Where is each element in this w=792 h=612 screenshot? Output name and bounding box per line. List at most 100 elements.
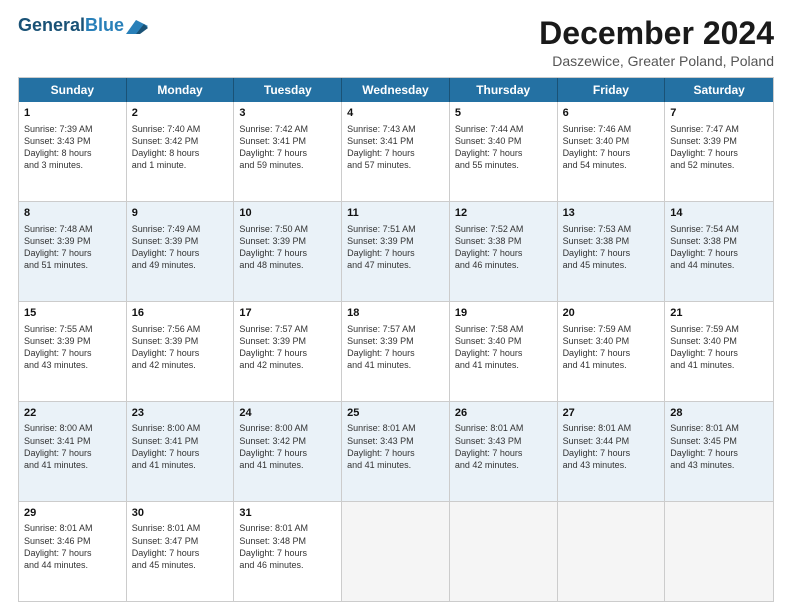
day-details: Sunrise: 7:56 AMSunset: 3:39 PMDaylight:… bbox=[132, 323, 229, 372]
day-number: 16 bbox=[132, 306, 229, 321]
day-details: Sunrise: 8:00 AMSunset: 3:41 PMDaylight:… bbox=[132, 422, 229, 471]
day-number: 2 bbox=[132, 106, 229, 121]
day-cell-7: 7 Sunrise: 7:47 AMSunset: 3:39 PMDaylight… bbox=[665, 102, 773, 201]
day-number: 7 bbox=[670, 106, 768, 121]
day-number: 12 bbox=[455, 206, 552, 221]
day-number: 25 bbox=[347, 406, 444, 421]
day-number: 31 bbox=[239, 506, 336, 521]
main-title: December 2024 bbox=[539, 16, 774, 51]
day-details: Sunrise: 7:46 AMSunset: 3:40 PMDaylight:… bbox=[563, 123, 660, 172]
day-cell-5: 5Sunrise: 7:44 AMSunset: 3:40 PMDaylight… bbox=[450, 102, 558, 201]
calendar-body: 1 Sunrise: 7:39 AMSunset: 3:43 PMDaylight… bbox=[19, 102, 773, 601]
day-details: Sunrise: 7:57 AMSunset: 3:39 PMDaylight:… bbox=[347, 323, 444, 372]
day-details: Sunrise: 8:01 AMSunset: 3:43 PMDaylight:… bbox=[455, 422, 552, 471]
header-day-monday: Monday bbox=[127, 78, 235, 102]
calendar-row-4: 22Sunrise: 8:00 AMSunset: 3:41 PMDayligh… bbox=[19, 401, 773, 501]
logo-text: GeneralBlue bbox=[18, 16, 124, 36]
day-number: 8 bbox=[24, 206, 121, 221]
header: GeneralBlue December 2024 Daszewice, Gre… bbox=[18, 16, 774, 69]
day-details: Sunrise: 7:44 AMSunset: 3:40 PMDaylight:… bbox=[455, 123, 552, 172]
day-number: 18 bbox=[347, 306, 444, 321]
day-details: Sunrise: 7:40 AMSunset: 3:42 PMDaylight:… bbox=[132, 123, 229, 172]
day-details: Sunrise: 7:59 AMSunset: 3:40 PMDaylight:… bbox=[563, 323, 660, 372]
day-cell-10: 10 Sunrise: 7:50 AMSunset: 3:39 PMDayligh… bbox=[234, 202, 342, 301]
header-day-sunday: Sunday bbox=[19, 78, 127, 102]
day-details: Sunrise: 8:01 AMSunset: 3:48 PMDaylight:… bbox=[239, 522, 336, 571]
day-number: 13 bbox=[563, 206, 660, 221]
day-cell-27: 27Sunrise: 8:01 AMSunset: 3:44 PMDayligh… bbox=[558, 402, 666, 501]
day-details: Sunrise: 8:01 AMSunset: 3:47 PMDaylight:… bbox=[132, 522, 229, 571]
empty-cell bbox=[450, 502, 558, 601]
day-number: 27 bbox=[563, 406, 660, 421]
day-details: Sunrise: 7:53 AMSunset: 3:38 PMDaylight:… bbox=[563, 223, 660, 272]
day-cell-25: 25Sunrise: 8:01 AMSunset: 3:43 PMDayligh… bbox=[342, 402, 450, 501]
day-details: Sunrise: 7:49 AMSunset: 3:39 PMDaylight:… bbox=[132, 223, 229, 272]
header-day-wednesday: Wednesday bbox=[342, 78, 450, 102]
header-day-thursday: Thursday bbox=[450, 78, 558, 102]
day-cell-24: 24Sunrise: 8:00 AMSunset: 3:42 PMDayligh… bbox=[234, 402, 342, 501]
day-details: Sunrise: 8:00 AMSunset: 3:42 PMDaylight:… bbox=[239, 422, 336, 471]
day-cell-11: 11Sunrise: 7:51 AMSunset: 3:39 PMDayligh… bbox=[342, 202, 450, 301]
day-number: 23 bbox=[132, 406, 229, 421]
calendar: SundayMondayTuesdayWednesdayThursdayFrid… bbox=[18, 77, 774, 602]
day-number: 1 bbox=[24, 106, 121, 121]
subtitle: Daszewice, Greater Poland, Poland bbox=[539, 53, 774, 69]
day-cell-6: 6 Sunrise: 7:46 AMSunset: 3:40 PMDaylight… bbox=[558, 102, 666, 201]
logo: GeneralBlue bbox=[18, 16, 148, 36]
day-number: 14 bbox=[670, 206, 768, 221]
day-number: 29 bbox=[24, 506, 121, 521]
day-cell-19: 19 Sunrise: 7:58 AMSunset: 3:40 PMDayligh… bbox=[450, 302, 558, 401]
day-number: 20 bbox=[563, 306, 660, 321]
day-number: 6 bbox=[563, 106, 660, 121]
day-details: Sunrise: 7:51 AMSunset: 3:39 PMDaylight:… bbox=[347, 223, 444, 272]
header-day-friday: Friday bbox=[558, 78, 666, 102]
day-cell-3: 3 Sunrise: 7:42 AMSunset: 3:41 PMDaylight… bbox=[234, 102, 342, 201]
day-cell-29: 29Sunrise: 8:01 AMSunset: 3:46 PMDayligh… bbox=[19, 502, 127, 601]
day-cell-28: 28Sunrise: 8:01 AMSunset: 3:45 PMDayligh… bbox=[665, 402, 773, 501]
day-cell-18: 18 Sunrise: 7:57 AMSunset: 3:39 PMDayligh… bbox=[342, 302, 450, 401]
day-cell-15: 15Sunrise: 7:55 AMSunset: 3:39 PMDayligh… bbox=[19, 302, 127, 401]
day-details: Sunrise: 7:50 AMSunset: 3:39 PMDaylight:… bbox=[239, 223, 336, 272]
day-details: Sunrise: 7:43 AMSunset: 3:41 PMDaylight:… bbox=[347, 123, 444, 172]
day-cell-14: 14 Sunrise: 7:54 AMSunset: 3:38 PMDayligh… bbox=[665, 202, 773, 301]
header-day-saturday: Saturday bbox=[665, 78, 773, 102]
day-details: Sunrise: 7:42 AMSunset: 3:41 PMDaylight:… bbox=[239, 123, 336, 172]
day-cell-4: 4Sunrise: 7:43 AMSunset: 3:41 PMDaylight… bbox=[342, 102, 450, 201]
day-number: 17 bbox=[239, 306, 336, 321]
day-cell-13: 13 Sunrise: 7:53 AMSunset: 3:38 PMDayligh… bbox=[558, 202, 666, 301]
day-number: 21 bbox=[670, 306, 768, 321]
day-cell-22: 22Sunrise: 8:00 AMSunset: 3:41 PMDayligh… bbox=[19, 402, 127, 501]
empty-cell bbox=[558, 502, 666, 601]
day-details: Sunrise: 8:00 AMSunset: 3:41 PMDaylight:… bbox=[24, 422, 121, 471]
title-block: December 2024 Daszewice, Greater Poland,… bbox=[539, 16, 774, 69]
day-cell-12: 12Sunrise: 7:52 AMSunset: 3:38 PMDayligh… bbox=[450, 202, 558, 301]
day-details: Sunrise: 7:58 AMSunset: 3:40 PMDaylight:… bbox=[455, 323, 552, 372]
header-day-tuesday: Tuesday bbox=[234, 78, 342, 102]
day-details: Sunrise: 7:57 AMSunset: 3:39 PMDaylight:… bbox=[239, 323, 336, 372]
day-cell-21: 21Sunrise: 7:59 AMSunset: 3:40 PMDayligh… bbox=[665, 302, 773, 401]
day-number: 30 bbox=[132, 506, 229, 521]
day-details: Sunrise: 7:47 AMSunset: 3:39 PMDaylight:… bbox=[670, 123, 768, 172]
empty-cell bbox=[665, 502, 773, 601]
day-details: Sunrise: 7:39 AMSunset: 3:43 PMDaylight:… bbox=[24, 123, 121, 172]
day-number: 24 bbox=[239, 406, 336, 421]
day-cell-9: 9 Sunrise: 7:49 AMSunset: 3:39 PMDaylight… bbox=[127, 202, 235, 301]
day-cell-26: 26Sunrise: 8:01 AMSunset: 3:43 PMDayligh… bbox=[450, 402, 558, 501]
day-number: 19 bbox=[455, 306, 552, 321]
day-number: 9 bbox=[132, 206, 229, 221]
day-cell-2: 2 Sunrise: 7:40 AMSunset: 3:42 PMDaylight… bbox=[127, 102, 235, 201]
calendar-header: SundayMondayTuesdayWednesdayThursdayFrid… bbox=[19, 78, 773, 102]
day-cell-16: 16 Sunrise: 7:56 AMSunset: 3:39 PMDayligh… bbox=[127, 302, 235, 401]
day-number: 10 bbox=[239, 206, 336, 221]
day-details: Sunrise: 7:48 AMSunset: 3:39 PMDaylight:… bbox=[24, 223, 121, 272]
day-cell-20: 20 Sunrise: 7:59 AMSunset: 3:40 PMDayligh… bbox=[558, 302, 666, 401]
logo-icon bbox=[126, 20, 148, 34]
day-details: Sunrise: 8:01 AMSunset: 3:43 PMDaylight:… bbox=[347, 422, 444, 471]
empty-cell bbox=[342, 502, 450, 601]
day-details: Sunrise: 7:54 AMSunset: 3:38 PMDaylight:… bbox=[670, 223, 768, 272]
day-cell-30: 30Sunrise: 8:01 AMSunset: 3:47 PMDayligh… bbox=[127, 502, 235, 601]
day-number: 3 bbox=[239, 106, 336, 121]
day-number: 15 bbox=[24, 306, 121, 321]
calendar-row-1: 1 Sunrise: 7:39 AMSunset: 3:43 PMDaylight… bbox=[19, 102, 773, 201]
day-cell-31: 31Sunrise: 8:01 AMSunset: 3:48 PMDayligh… bbox=[234, 502, 342, 601]
